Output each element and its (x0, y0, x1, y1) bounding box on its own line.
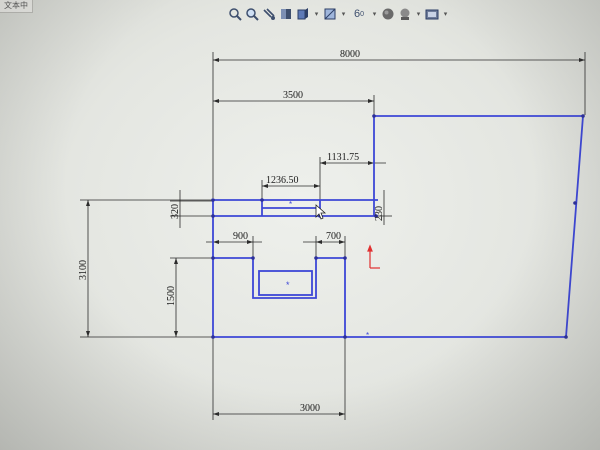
origin-icon (367, 244, 380, 269)
dim-mid-offset[interactable]: 1236.50 (266, 175, 299, 186)
center-mark: * (289, 200, 292, 209)
dim-right-small[interactable]: 230 (374, 206, 385, 221)
dim-left-width[interactable]: 3500 (283, 90, 303, 101)
dim-bottom-width[interactable]: 3000 (300, 403, 320, 414)
dim-right-offset[interactable]: 1131.75 (327, 152, 359, 163)
dim-notch-left[interactable]: 900 (233, 231, 248, 242)
center-mark: * (366, 331, 369, 340)
sketch-geometry[interactable] (212, 115, 584, 338)
dim-slot-height[interactable]: 320 (170, 204, 181, 219)
dim-overall-width[interactable]: 8000 (340, 49, 360, 60)
sketch-canvas[interactable]: * * * 8000 3500 1131.75 1236.50 900 700 … (0, 0, 600, 450)
center-mark: * (286, 280, 290, 290)
dim-lower-height[interactable]: 1500 (166, 286, 177, 306)
dim-notch-right[interactable]: 700 (326, 231, 341, 242)
dim-total-height[interactable]: 3100 (78, 260, 89, 280)
sketch-vertices[interactable] (211, 114, 585, 339)
